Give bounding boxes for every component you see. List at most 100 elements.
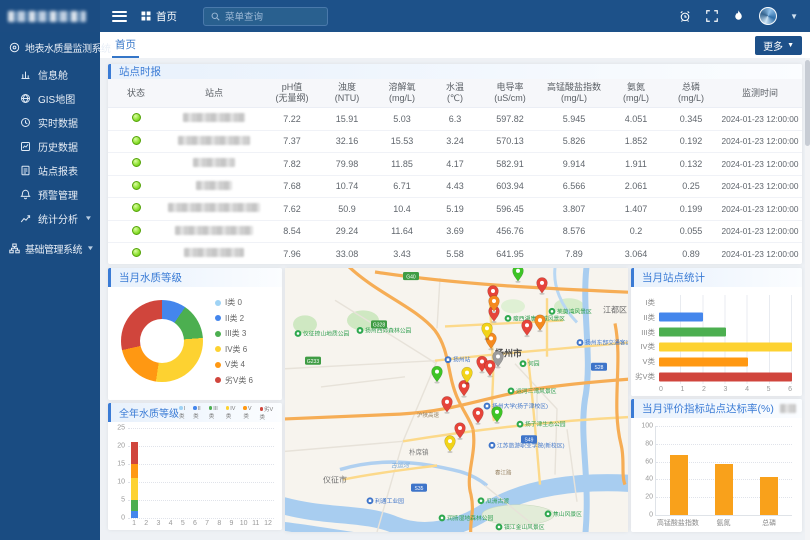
legend-item[interactable]: III类 3 (215, 328, 253, 339)
gis-map[interactable]: G40G328G233S28S35S49扬州市江都区仪征市朴席镇扬州站何园运河三… (285, 268, 628, 532)
legend-dot (215, 362, 221, 368)
sidebar-group-base-management[interactable]: 基础管理系统 ▼ (0, 233, 100, 263)
river-canal (583, 268, 588, 532)
gridline (128, 464, 274, 465)
legend-label: IV类 6 (225, 344, 247, 355)
bar-III类[interactable] (659, 328, 726, 337)
column-header: 浊度(NTU) (320, 79, 374, 108)
table-cell: 3.69 (430, 220, 480, 243)
history-icon (20, 141, 31, 152)
legend-item[interactable]: V类 4 (215, 359, 253, 370)
table-row: 8.5429.2411.643.69456.768.5760.20.055202… (108, 220, 802, 243)
table-row: 7.2215.915.036.3597.825.9454.0510.345202… (108, 108, 802, 131)
page-scrollbar[interactable] (805, 58, 810, 540)
breadcrumb[interactable]: 首页 (141, 9, 177, 24)
x-axis-tick: 7 (201, 520, 213, 527)
station-name-redacted (183, 113, 245, 122)
legend-item[interactable]: IV类 (226, 406, 241, 420)
table-cell: 6.3 (430, 108, 480, 131)
sidebar-item-5[interactable]: 站点报表 (0, 158, 100, 182)
breadcrumb-home[interactable]: 首页 (156, 9, 177, 24)
table-cell: 4.051 (608, 108, 664, 131)
bar-track (659, 295, 792, 310)
sidebar-item-3[interactable]: 实时数据 (0, 110, 100, 134)
station-name-redacted (178, 136, 250, 145)
user-menu-chevron-icon[interactable]: ▼ (790, 12, 798, 21)
bar-segment-V类 (131, 464, 138, 478)
avatar[interactable] (759, 7, 777, 25)
table-cell-time: 2024-01-23 12:00:00 (718, 220, 802, 243)
legend-item[interactable]: III类 (209, 406, 223, 420)
chevron-down-icon: ▼ (86, 245, 94, 251)
sidebar-item-label: 预警管理 (38, 187, 78, 202)
scrollbar-thumb[interactable] (805, 60, 810, 146)
status-indicator (132, 158, 141, 167)
search-placeholder: 菜单查询 (225, 9, 263, 23)
legend-item[interactable]: IV类 6 (215, 344, 253, 355)
chevron-up-icon: ▲ (115, 44, 123, 50)
y-axis-tick: 20 (645, 494, 653, 501)
table-cell: 596.45 (480, 198, 540, 221)
bar-II类[interactable] (659, 313, 703, 322)
table-cell: 5.945 (540, 108, 608, 131)
column-header: 站点 (164, 79, 264, 108)
table-row: 7.6250.910.45.19596.453.8071.4070.199202… (108, 198, 802, 221)
sidebar-item-4[interactable]: 历史数据 (0, 134, 100, 158)
grid-icon (141, 11, 151, 21)
legend-dot (215, 300, 221, 306)
menu-toggle-icon[interactable] (112, 11, 127, 22)
standards-rate-panel: 当月评价指标站点达标率(%) 020406080100 高锰酸盐指数氨氮总磷 (631, 399, 802, 532)
table-cell: 0.25 (664, 175, 718, 198)
table-cell: 29.24 (320, 220, 374, 243)
sidebar-item-7[interactable]: 统计分析▼ (0, 206, 100, 230)
legend-item[interactable]: 劣V类 (260, 405, 278, 421)
bar-track (659, 310, 792, 325)
bar-IV类[interactable] (659, 342, 792, 351)
flame-icon[interactable] (732, 9, 746, 23)
sidebar-item-6[interactable]: 预警管理 (0, 182, 100, 206)
legend-item[interactable]: I类 (179, 406, 190, 420)
road-badge: G233 (305, 357, 321, 365)
gridline (128, 446, 274, 447)
x-axis-tick: 氨氮 (701, 518, 747, 528)
bar-劣V类[interactable] (659, 372, 792, 381)
y-axis-tick: 40 (645, 476, 653, 483)
x-axis-tick: 8 (213, 520, 225, 527)
x-axis-tick: 10 (238, 520, 250, 527)
category-label: IV类 (633, 341, 659, 352)
legend-item[interactable]: II类 2 (215, 313, 253, 324)
legend-dot (215, 377, 221, 383)
legend-item[interactable]: 劣V类 6 (215, 375, 253, 386)
chevron-down-icon: ▼ (787, 42, 794, 49)
sidebar-item-1[interactable]: 信息舱 (0, 62, 100, 86)
stacked-bar-month-1[interactable] (131, 428, 138, 518)
panel-header: 站点时报 (108, 64, 802, 79)
more-button[interactable]: 更多▼ (755, 36, 802, 55)
table-row: 7.8279.9811.854.17582.919.9141.9110.1322… (108, 153, 802, 176)
legend-item[interactable]: V类 (243, 406, 256, 420)
table-cell-time: 2024-01-23 12:00:00 (718, 198, 802, 221)
legend-item[interactable]: II类 (193, 406, 206, 420)
chevron-down-icon: ▼ (84, 215, 92, 221)
table-cell-time: 2024-01-23 12:00:00 (718, 108, 802, 131)
table-cell-time: 2024-01-23 12:00:00 (718, 153, 802, 176)
legend-item[interactable]: I类 0 (215, 297, 253, 308)
table-cell: 2.061 (608, 175, 664, 198)
sidebar-item-2[interactable]: GIS地图 (0, 86, 100, 110)
svg-text:S35: S35 (415, 486, 424, 492)
alarm-icon[interactable] (678, 9, 692, 23)
station-report-table: 状态站点pH值(无量纲)浊度(NTU)溶解氧(mg/L)水温(℃)电导率(uS/… (108, 79, 802, 264)
table-cell: 3.064 (608, 243, 664, 265)
table-cell-time: 2024-01-23 12:00:00 (718, 130, 802, 153)
table-cell: 1.911 (608, 153, 664, 176)
bar-segment-劣V类 (131, 442, 138, 464)
sidebar-group-surface-water[interactable]: 地表水质量监测系统 ▲ (0, 32, 100, 62)
column-header: 氨氮(mg/L) (608, 79, 664, 108)
fullscreen-icon[interactable] (705, 9, 719, 23)
bar-V类[interactable] (659, 357, 748, 366)
bar-氨氮[interactable] (715, 464, 733, 515)
bar-总磷[interactable] (760, 477, 778, 515)
bars-icon (20, 69, 31, 80)
search-input[interactable]: 菜单查询 (203, 7, 328, 26)
bar-高锰酸盐指数[interactable] (670, 455, 688, 515)
